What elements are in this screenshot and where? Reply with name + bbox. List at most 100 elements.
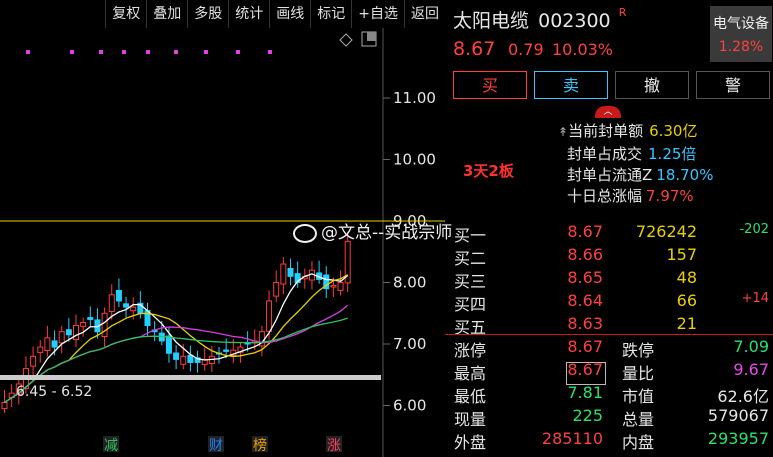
stock-code: 002300 bbox=[538, 10, 611, 32]
orderbook-volume: 157 bbox=[666, 245, 697, 264]
candle-body bbox=[44, 337, 51, 352]
seal-float-row: 封单占流通Z 18.70% bbox=[567, 166, 714, 184]
toolbar-fuquan[interactable]: 复权 bbox=[105, 0, 146, 28]
alert-button[interactable]: 警 bbox=[696, 71, 770, 99]
toolbar-overlay[interactable]: 叠加 bbox=[146, 0, 187, 28]
candle-body bbox=[123, 303, 130, 308]
candle-body bbox=[65, 329, 72, 336]
stat-value: 293957 bbox=[707, 429, 769, 448]
stat-label: 外盘 bbox=[454, 433, 487, 452]
orderbook-price: 8.63 bbox=[567, 314, 603, 333]
buy-button[interactable]: 买 bbox=[453, 71, 527, 99]
candle-body bbox=[80, 321, 87, 327]
y-tick-label: 10.00 bbox=[393, 151, 436, 169]
candle-body bbox=[108, 294, 115, 312]
event-label: 涨 bbox=[327, 438, 341, 454]
orderbook-delta: -202 bbox=[739, 222, 769, 237]
event-label: 减 bbox=[104, 438, 118, 454]
toolbar-statistics[interactable]: 统计 bbox=[228, 0, 269, 28]
signal-dot bbox=[122, 50, 126, 54]
y-tick-label: 6.00 bbox=[393, 397, 426, 415]
stats-table: 涨停 8.67 跌停 7.09 最高 8.67 量比 9.67 最低 7.81 市值… bbox=[445, 337, 773, 457]
y-tick-label: 11.00 bbox=[393, 89, 436, 107]
stat-label: 跌停 bbox=[622, 341, 655, 360]
orderbook-price: 8.64 bbox=[567, 291, 603, 310]
current-price: 8.67 bbox=[453, 38, 496, 60]
sector-pct: 1.28% bbox=[718, 39, 764, 55]
orderbook-label: 买三 bbox=[454, 272, 487, 291]
sector-box[interactable]: 电气设备 1.28% bbox=[710, 6, 772, 62]
event-markers: 减财榜涨 bbox=[103, 436, 342, 454]
seal-amount-row: ↟当前封单额 6.30亿 bbox=[558, 122, 698, 140]
signal-dot bbox=[26, 50, 30, 54]
orderbook-price: 8.67 bbox=[567, 222, 603, 241]
toolbar-multi-stock[interactable]: 多股 bbox=[187, 0, 228, 28]
y-tick-label: 7.00 bbox=[393, 335, 426, 353]
candle-body bbox=[180, 355, 187, 365]
watermark: @文总--实战宗师 bbox=[293, 218, 452, 243]
stat-value: 285110 bbox=[541, 429, 603, 448]
candle-body bbox=[73, 325, 79, 341]
candle-body bbox=[273, 282, 280, 297]
collapse-tab[interactable]: ︿ bbox=[595, 106, 621, 118]
stat-label: 内盘 bbox=[622, 433, 655, 452]
stat-label: 市值 bbox=[622, 387, 655, 406]
candle-body bbox=[101, 312, 108, 337]
candle-body bbox=[223, 349, 230, 352]
toolbar-draw-line[interactable]: 画线 bbox=[269, 0, 310, 28]
stat-value: 7.81 bbox=[567, 383, 603, 402]
price-change: 0.79 bbox=[508, 40, 544, 59]
orderbook-label: 买四 bbox=[454, 295, 487, 314]
event-label: 榜 bbox=[253, 437, 267, 454]
range-bar bbox=[0, 375, 381, 380]
margin-flag: R bbox=[618, 6, 627, 19]
stock-header: 太阳电缆 002300 R bbox=[453, 6, 626, 33]
signal-dot bbox=[236, 50, 240, 54]
orderbook-label: 买一 bbox=[454, 226, 487, 245]
candle-body bbox=[280, 263, 287, 285]
sector-name: 电气设备 bbox=[713, 16, 769, 32]
candle-body bbox=[130, 306, 137, 312]
weibo-icon bbox=[293, 223, 317, 243]
stat-value: 579067 bbox=[707, 406, 769, 425]
stat-label: 总量 bbox=[622, 410, 655, 429]
stat-label: 现量 bbox=[454, 410, 487, 429]
toolbar-mark[interactable]: 标记 bbox=[310, 0, 351, 28]
cancel-button[interactable]: 撤 bbox=[615, 71, 689, 99]
diamond-icon[interactable] bbox=[339, 33, 353, 47]
stat-label: 量比 bbox=[622, 364, 655, 383]
seal-deal-row: 封单占成交 1.25倍 bbox=[567, 145, 697, 163]
toolbar-back[interactable]: 返回 bbox=[404, 0, 445, 28]
signal-dot bbox=[204, 50, 208, 54]
candle-body bbox=[51, 340, 58, 348]
signal-dot bbox=[99, 50, 103, 54]
stock-name: 太阳电缆 bbox=[453, 10, 530, 32]
candle-body bbox=[165, 335, 172, 354]
chevron-up-icon: ︿ bbox=[603, 107, 613, 117]
range-label: 6.45 - 6.52 bbox=[16, 384, 92, 400]
expand-icon[interactable] bbox=[361, 31, 377, 47]
divider bbox=[445, 334, 773, 335]
sell-button[interactable]: 卖 bbox=[534, 71, 608, 99]
signal-dot bbox=[146, 50, 150, 54]
candle-body bbox=[337, 282, 344, 291]
candle-body bbox=[1, 401, 8, 410]
candle-body bbox=[187, 354, 194, 363]
signal-dot bbox=[268, 50, 272, 54]
orderbook-price: 8.66 bbox=[567, 245, 603, 264]
chart-toolbar: 复权 叠加 多股 统计 画线 标记 +自选 返回 bbox=[0, 0, 445, 28]
stat-label: 最高 bbox=[454, 364, 487, 383]
candle-body bbox=[37, 346, 44, 353]
candle-body bbox=[30, 355, 37, 367]
stat-value: 7.09 bbox=[733, 337, 769, 356]
toolbar-add-watchlist[interactable]: +自选 bbox=[351, 0, 404, 28]
candle-body bbox=[115, 289, 122, 302]
pin-icon: ↟ bbox=[558, 125, 569, 139]
candle-body bbox=[173, 352, 180, 360]
candle-body bbox=[287, 267, 294, 277]
orderbook-volume: 21 bbox=[676, 314, 697, 333]
high-box bbox=[566, 362, 606, 385]
candle-body bbox=[266, 300, 273, 332]
candle-body bbox=[87, 317, 94, 320]
signal-dot bbox=[70, 50, 74, 54]
